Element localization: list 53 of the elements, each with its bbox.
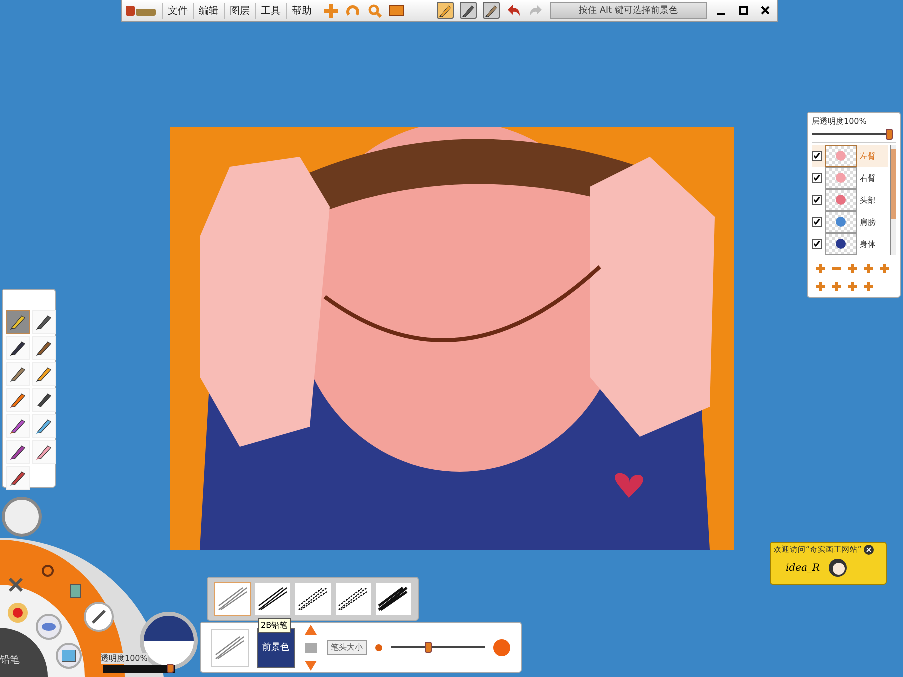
- layer-name: 左臂: [860, 150, 876, 162]
- pencil-icon: [9, 313, 27, 331]
- layer-name: 身体: [860, 238, 876, 250]
- close-icon[interactable]: [864, 545, 874, 555]
- layer-row[interactable]: 头部: [812, 189, 888, 211]
- opacity-slider[interactable]: [103, 665, 175, 673]
- visibility-checkbox[interactable]: [812, 239, 822, 249]
- layer-name: 肩膀: [860, 216, 876, 228]
- undo-icon[interactable]: [506, 2, 522, 18]
- zoom-icon[interactable]: [367, 2, 383, 18]
- move-icon[interactable]: [323, 2, 339, 18]
- toggle-dial-button[interactable]: [2, 497, 42, 537]
- app-logo-icon: [126, 4, 156, 16]
- brush-size-label: 笔头大小: [327, 640, 367, 655]
- slider-thumb[interactable]: [167, 664, 174, 673]
- layer-row[interactable]: 右臂: [812, 167, 888, 189]
- canvas-size-icon[interactable]: [389, 2, 405, 18]
- brush-preset[interactable]: [374, 582, 412, 616]
- menu-item[interactable]: 编辑: [193, 2, 224, 18]
- menu-item[interactable]: 帮助: [286, 2, 317, 18]
- layer-name: 头部: [860, 194, 876, 206]
- layer-thumbnail: [825, 167, 857, 189]
- brush-preset[interactable]: [334, 582, 372, 616]
- current-brush-preview[interactable]: [211, 628, 249, 666]
- visibility-checkbox[interactable]: [812, 173, 822, 183]
- layer-name: 右臂: [860, 172, 876, 184]
- hint-text: 按住 Alt 键可选择前景色: [550, 2, 707, 19]
- large-dot-icon: [493, 638, 511, 656]
- layer-thumbnail: [825, 145, 857, 167]
- opacity-label: 透明度100%: [101, 653, 148, 664]
- layer-thumbnail: [825, 211, 857, 233]
- brush-preset[interactable]: [294, 582, 332, 616]
- visibility-checkbox[interactable]: [812, 217, 822, 227]
- slider-thumb[interactable]: [424, 642, 432, 653]
- visibility-checkbox[interactable]: [812, 151, 822, 161]
- menu-item[interactable]: 文件: [162, 2, 193, 18]
- brush-tooltip: 2B铅笔: [258, 618, 291, 633]
- visibility-checkbox[interactable]: [812, 195, 822, 205]
- brush-preset[interactable]: [254, 582, 292, 616]
- rotate-icon[interactable]: [345, 2, 361, 18]
- layer-row[interactable]: 肩膀: [812, 211, 888, 233]
- layer-thumbnail: [825, 189, 857, 211]
- layer-thumbnail: [825, 233, 857, 255]
- layer-row[interactable]: 身体: [812, 233, 888, 255]
- scrollbar[interactable]: [890, 145, 896, 255]
- layer-opacity-label: 层透明度100%: [812, 116, 868, 127]
- small-dot-icon: [375, 644, 383, 652]
- tool-button[interactable]: [6, 310, 30, 334]
- menu-item[interactable]: 图层: [224, 2, 255, 18]
- tool-toggle[interactable]: [437, 2, 454, 19]
- menu-item[interactable]: 工具: [255, 2, 286, 18]
- slider-thumb[interactable]: [886, 129, 893, 140]
- ad-logo: idea_R: [786, 562, 820, 574]
